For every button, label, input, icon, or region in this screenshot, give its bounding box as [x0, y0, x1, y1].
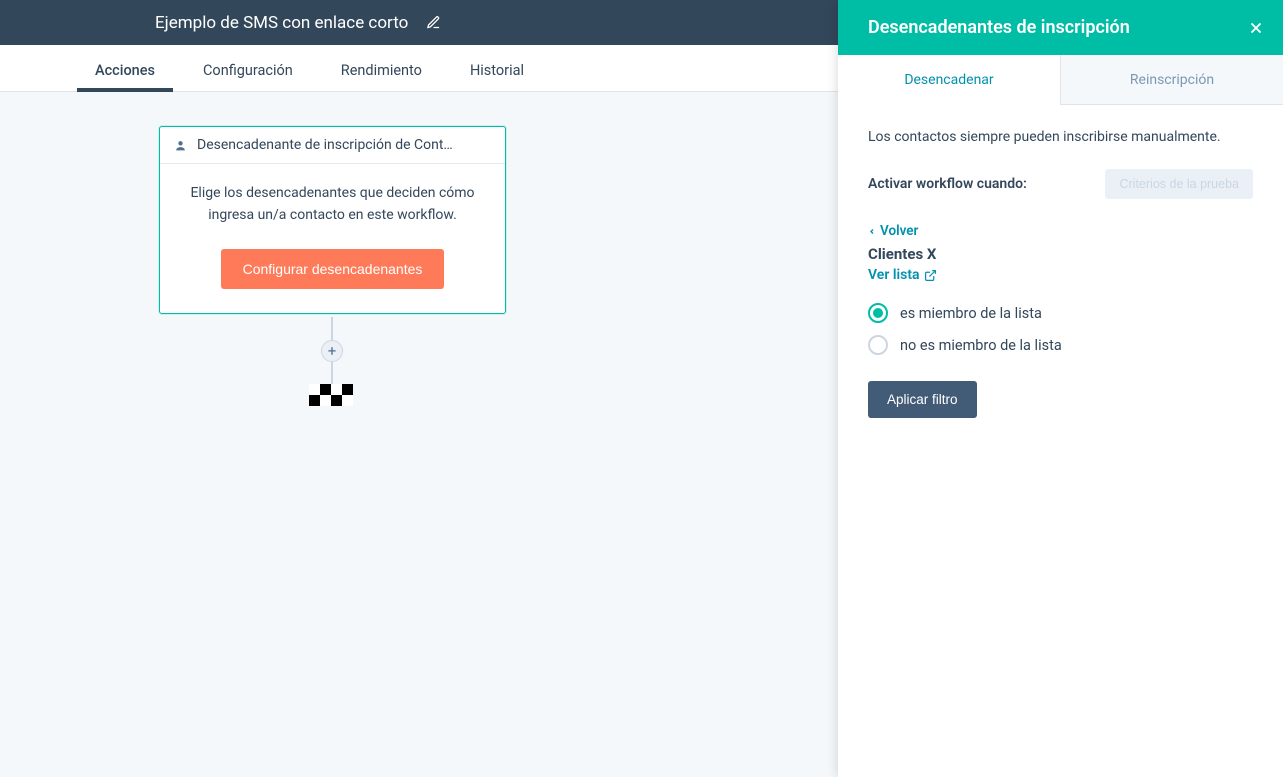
- panel-tabs: Desencadenar Reinscripción: [838, 55, 1283, 105]
- panel-header: Desencadenantes de inscripción: [838, 0, 1283, 55]
- chevron-left-icon: [868, 226, 876, 237]
- list-name: Clientes X: [868, 245, 1253, 263]
- view-list-label: Ver lista: [868, 267, 920, 283]
- trigger-card-body: Elige los desencadenantes que deciden có…: [160, 164, 505, 313]
- trigger-card-title: Desencadenante de inscripción de Cont…: [197, 137, 453, 153]
- panel-tab-reinscripcion[interactable]: Reinscripción: [1060, 55, 1283, 104]
- connector-line: [331, 317, 333, 341]
- tab-rendimiento[interactable]: Rendimiento: [341, 62, 422, 91]
- panel-intro-text: Los contactos siempre pueden inscribirse…: [868, 129, 1253, 145]
- radio-is-member[interactable]: es miembro de la lista: [868, 303, 1253, 323]
- add-step-button[interactable]: +: [321, 340, 343, 362]
- apply-filter-button[interactable]: Aplicar filtro: [868, 381, 977, 418]
- view-list-link[interactable]: Ver lista: [868, 267, 937, 283]
- panel-body: Los contactos siempre pueden inscribirse…: [838, 105, 1283, 442]
- radio-icon-selected: [868, 303, 888, 323]
- radio-icon: [868, 335, 888, 355]
- configure-triggers-button[interactable]: Configurar desencadenantes: [221, 249, 445, 289]
- radio-label-is-member: es miembro de la lista: [900, 305, 1042, 322]
- panel-title: Desencadenantes de inscripción: [868, 17, 1130, 38]
- tab-acciones[interactable]: Acciones: [95, 62, 155, 91]
- contact-icon: [174, 139, 187, 152]
- page-title: Ejemplo de SMS con enlace corto: [155, 13, 408, 33]
- test-criteria-button[interactable]: Criterios de la prueba: [1105, 169, 1253, 199]
- radio-not-member[interactable]: no es miembro de la lista: [868, 335, 1253, 355]
- back-label: Volver: [880, 223, 918, 239]
- trigger-card[interactable]: Desencadenante de inscripción de Cont… E…: [159, 126, 506, 314]
- trigger-card-text: Elige los desencadenantes que deciden có…: [180, 182, 485, 227]
- connector-line-2: [331, 362, 333, 384]
- side-panel: Desencadenantes de inscripción Desencade…: [838, 0, 1283, 777]
- tab-configuracion[interactable]: Configuración: [203, 62, 293, 91]
- tab-historial[interactable]: Historial: [470, 62, 524, 91]
- pencil-icon[interactable]: [426, 15, 441, 30]
- activate-label: Activar workflow cuando:: [868, 176, 1027, 192]
- back-link[interactable]: Volver: [868, 223, 918, 239]
- trigger-card-header: Desencadenante de inscripción de Cont…: [160, 127, 505, 164]
- activate-row: Activar workflow cuando: Criterios de la…: [868, 169, 1253, 199]
- radio-label-not-member: no es miembro de la lista: [900, 337, 1062, 354]
- external-link-icon: [924, 269, 937, 282]
- finish-flag-icon: [309, 384, 353, 406]
- panel-tab-desencadenar[interactable]: Desencadenar: [838, 55, 1060, 104]
- close-icon[interactable]: [1247, 19, 1265, 37]
